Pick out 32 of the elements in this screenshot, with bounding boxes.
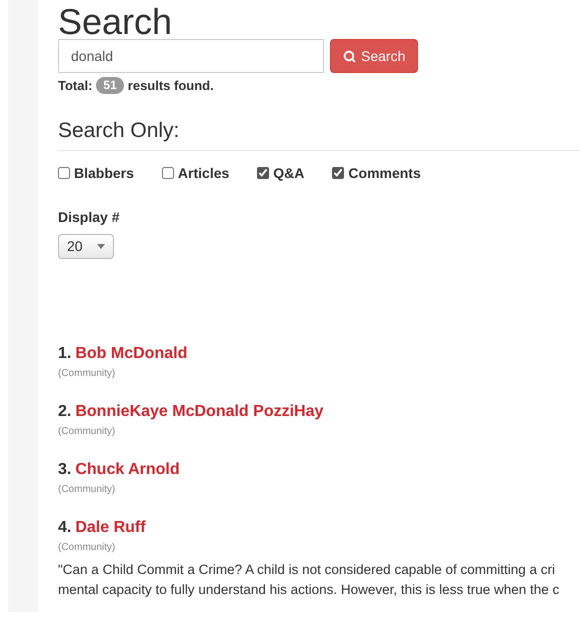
filter-label: Q&A — [273, 164, 304, 183]
results-found-text: results found. — [128, 77, 214, 95]
search-button[interactable]: Search — [330, 39, 418, 73]
result-category: (Community) — [58, 424, 116, 438]
result-number: 3. — [58, 460, 72, 480]
caret-icon — [97, 244, 105, 248]
filter-checkbox[interactable] — [257, 167, 270, 179]
result-category: (Community) — [58, 366, 116, 380]
section-heading: Search Only: — [58, 118, 180, 144]
filter-checkbox[interactable] — [162, 167, 174, 179]
filter-checkbox[interactable] — [332, 167, 344, 179]
search-field[interactable]: donald — [58, 39, 324, 73]
result-number: 4. — [58, 518, 72, 538]
result-snippet: "Can a Child Commit a Crime? A child is not considered capable of committing a cri mental capacity to fully understand his actions. However, this is less true when the c — [58, 560, 560, 599]
display-label: Display # — [58, 208, 120, 227]
filter-checkbox[interactable] — [58, 167, 70, 179]
result-number: 1. — [58, 344, 72, 364]
filter-label: Comments — [348, 164, 421, 182]
result-number: 2. — [58, 402, 72, 422]
result-category: (Community) — [58, 482, 116, 496]
total-label: Total: — [58, 77, 92, 95]
result-category: (Community) — [58, 540, 116, 554]
result-link[interactable]: BonnieKaye McDonald PozziHay — [75, 402, 324, 422]
result-link[interactable]: Bob McDonald — [75, 344, 188, 364]
display-count-dropdown[interactable]: 20 — [58, 234, 114, 258]
search-icon — [343, 50, 356, 62]
result-link[interactable]: Dale Ruff — [75, 518, 146, 538]
page-title: Search — [58, 2, 172, 42]
result-count: 51 — [96, 77, 124, 94]
filter-label: Blabbers — [74, 164, 134, 182]
filter-label: Articles — [178, 164, 230, 182]
result-link[interactable]: Chuck Arnold — [75, 460, 180, 480]
